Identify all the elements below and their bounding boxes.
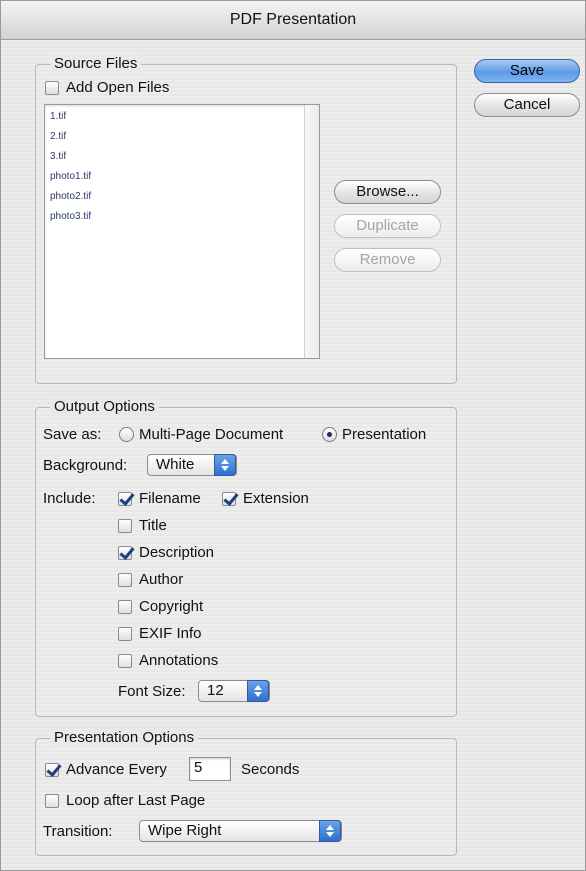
filename-checkbox[interactable]	[118, 492, 132, 506]
extension-checkbox[interactable]	[222, 492, 236, 506]
list-item[interactable]: 3.tif	[50, 151, 66, 162]
font-size-select[interactable]: 12	[198, 680, 270, 702]
list-item[interactable]: 2.tif	[50, 131, 66, 142]
background-value: White	[156, 456, 195, 473]
author-checkbox[interactable]	[118, 573, 132, 587]
chevron-updown-icon	[247, 680, 269, 702]
list-item[interactable]: photo2.tif	[50, 191, 91, 202]
exif-info-checkbox[interactable]	[118, 627, 132, 641]
file-list[interactable]: 1.tif 2.tif 3.tif photo1.tif photo2.tif …	[44, 104, 320, 359]
presentation-radio[interactable]	[322, 427, 337, 442]
multi-page-document-radio[interactable]	[119, 427, 134, 442]
list-item[interactable]: photo1.tif	[50, 171, 91, 182]
multi-page-document-label: Multi-Page Document	[139, 426, 284, 443]
description-checkbox[interactable]	[118, 546, 132, 560]
presentation-label: Presentation	[342, 426, 427, 443]
filename-label: Filename	[139, 490, 201, 507]
output-options-group: Output Options	[35, 397, 457, 717]
copyright-label: Copyright	[139, 598, 204, 615]
include-label: Include:	[43, 490, 96, 507]
advance-every-checkbox[interactable]	[45, 763, 59, 777]
transition-label: Transition:	[43, 823, 113, 840]
background-label: Background:	[43, 457, 128, 474]
remove-button[interactable]: Remove	[334, 248, 441, 272]
transition-value: Wipe Right	[148, 822, 222, 839]
add-open-files-checkbox[interactable]	[45, 81, 59, 95]
list-item[interactable]: photo3.tif	[50, 211, 91, 222]
annotations-label: Annotations	[139, 652, 219, 669]
copyright-checkbox[interactable]	[118, 600, 132, 614]
chevron-updown-icon	[319, 820, 341, 842]
loop-checkbox[interactable]	[45, 794, 59, 808]
extension-label: Extension	[243, 490, 309, 507]
add-open-files-label: Add Open Files	[66, 79, 170, 96]
browse-button[interactable]: Browse...	[334, 180, 441, 204]
title-checkbox[interactable]	[118, 519, 132, 533]
font-size-label: Font Size:	[118, 683, 186, 700]
source-files-legend: Source Files	[50, 54, 142, 74]
seconds-label: Seconds	[241, 761, 300, 778]
list-item[interactable]: 1.tif	[50, 111, 66, 122]
duplicate-button[interactable]: Duplicate	[334, 214, 441, 238]
background-select[interactable]: White	[147, 454, 237, 476]
seconds-value: 5	[194, 759, 203, 776]
presentation-options-legend: Presentation Options	[50, 728, 199, 748]
file-list-scrollbar[interactable]	[304, 105, 319, 358]
loop-label: Loop after Last Page	[66, 792, 206, 809]
chevron-updown-icon	[214, 454, 236, 476]
exif-info-label: EXIF Info	[139, 625, 202, 642]
font-size-value: 12	[207, 682, 224, 699]
save-as-label: Save as:	[43, 426, 102, 443]
cancel-button[interactable]: Cancel	[474, 93, 580, 117]
seconds-input[interactable]: 5	[189, 757, 231, 781]
save-button[interactable]: Save	[474, 59, 580, 83]
transition-select[interactable]: Wipe Right	[139, 820, 342, 842]
output-options-legend: Output Options	[50, 397, 159, 417]
description-label: Description	[139, 544, 215, 561]
title-label: Title	[139, 517, 167, 534]
annotations-checkbox[interactable]	[118, 654, 132, 668]
advance-every-label: Advance Every	[66, 761, 167, 778]
author-label: Author	[139, 571, 184, 588]
pdf-presentation-dialog: PDF Presentation Source Files Add Open F…	[0, 0, 586, 871]
window-title: PDF Presentation	[1, 1, 585, 40]
